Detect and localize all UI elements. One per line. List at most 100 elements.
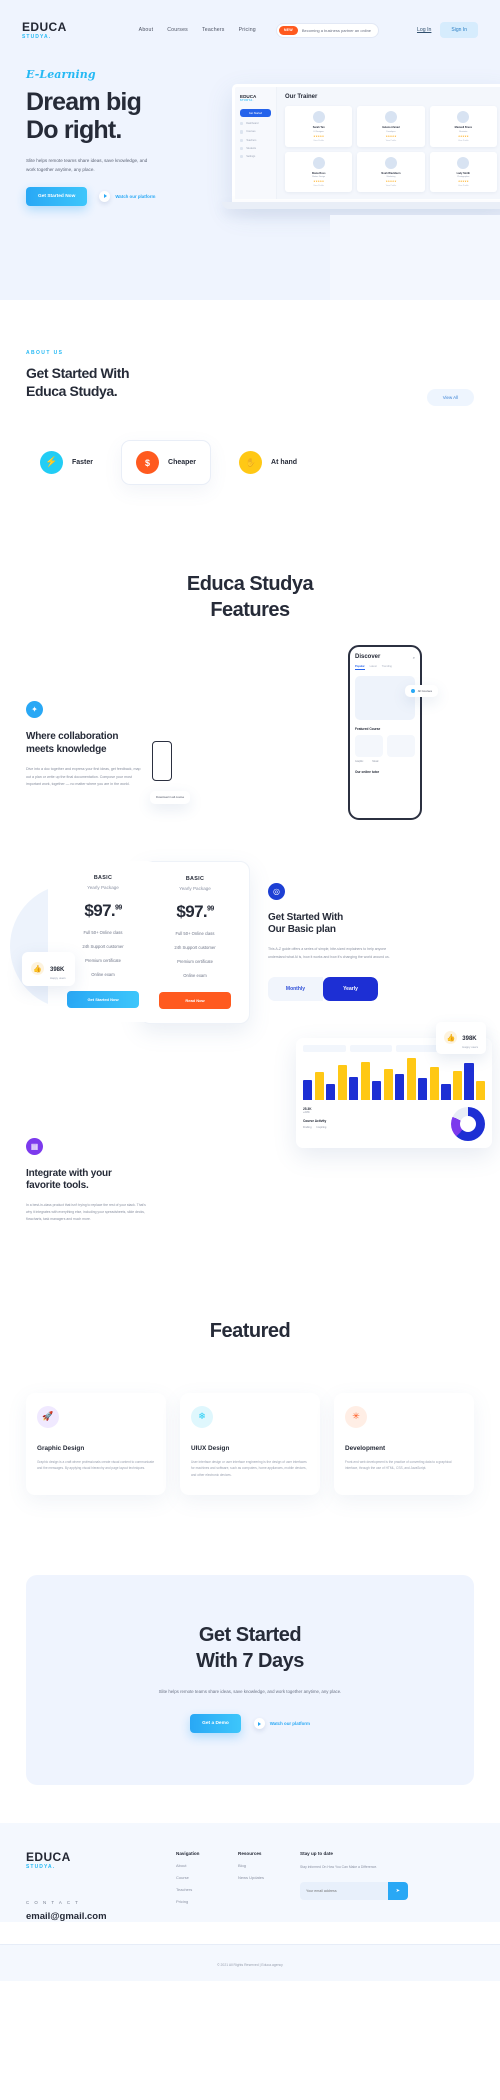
- toggle-yearly[interactable]: Yearly: [323, 976, 378, 1001]
- stat-delta: +23%: [303, 1110, 310, 1114]
- app-menu-item[interactable]: Courses: [240, 130, 271, 134]
- watch-platform-link[interactable]: Watch our platform: [253, 1718, 310, 1730]
- footer-link-course[interactable]: Course: [176, 1875, 238, 1880]
- plan-name: BASIC: [185, 875, 205, 882]
- chart-bar: [418, 1078, 428, 1100]
- app-menu-item[interactable]: Students: [240, 146, 271, 150]
- rating-stars: ★★★★★: [313, 180, 325, 183]
- collab-paragraph: Dive into a doc together and express you…: [26, 766, 141, 787]
- footer-email[interactable]: email@gmail.com: [26, 1911, 176, 1922]
- get-demo-button[interactable]: Get a Demo: [190, 1714, 241, 1734]
- view-all-button[interactable]: View All: [426, 389, 474, 407]
- rating-stars: ★★★★★: [385, 134, 397, 138]
- app-menu-label: Settings: [246, 155, 256, 159]
- footer-link-teachers[interactable]: Teachers: [176, 1887, 238, 1892]
- tab-trending[interactable]: Trending: [382, 665, 392, 670]
- phone-section-tutor: Our online tutor: [355, 770, 380, 775]
- hero-decorative-block: [330, 215, 500, 300]
- trainer-card[interactable]: Diana Ross Motion Design ★★★★★ View Profile: [285, 151, 353, 192]
- footer-link-news-updates[interactable]: News Updates: [238, 1875, 300, 1880]
- trainer-name: Helena Ahmad: [382, 126, 400, 129]
- nav-link-about[interactable]: About: [139, 27, 154, 33]
- chart-bar: [326, 1083, 336, 1100]
- rating-stars: ★★★★★: [457, 134, 469, 138]
- integrate-paragraph: In a best-in-class product that isn't tr…: [26, 1203, 146, 1222]
- legend-inspiring: Inspiring: [316, 1125, 327, 1129]
- footer-link-about[interactable]: About: [176, 1863, 238, 1868]
- app-menu-item[interactable]: Teachers: [240, 138, 271, 142]
- trainer-link[interactable]: View Profile: [360, 140, 421, 142]
- target-icon: ◎: [268, 882, 285, 900]
- plan-cta-button[interactable]: Get Started Now: [67, 990, 139, 1008]
- plan-price: $97.99: [58, 901, 148, 921]
- hero-section: EDUCA STUDYA. About Courses Teachers Pri…: [0, 0, 500, 300]
- pill-at-hand[interactable]: ✋ At hand: [225, 441, 311, 484]
- trainer-card[interactable]: Noah Blackburn Marketing ★★★★★ View Profile: [357, 151, 425, 192]
- card-uiux-design[interactable]: ❄ UIUX Design User interface design or u…: [180, 1392, 320, 1496]
- login-link[interactable]: Log In: [417, 27, 431, 33]
- signin-button[interactable]: Sign In: [440, 22, 478, 38]
- send-icon[interactable]: ➤: [387, 1882, 408, 1901]
- trainer-link[interactable]: View Profile: [360, 185, 421, 187]
- trainer-card[interactable]: Maxwell Bruce Illustrator ★★★★★ View Profil…: [429, 106, 497, 147]
- footer-logo-subtitle: STUDYA.: [26, 1864, 56, 1871]
- stat-block: 25.3K +23% Course Activity Finding Inspi…: [303, 1107, 445, 1141]
- pill-cheaper[interactable]: $ Cheaper: [121, 440, 212, 486]
- newsletter-email-input[interactable]: [300, 1882, 388, 1901]
- pill-faster[interactable]: ⚡ Faster: [26, 441, 107, 484]
- pricing-title-line1: Get Started With: [268, 911, 344, 923]
- hero-paragraph: Slite helps remote teams share ideas, sa…: [26, 157, 148, 172]
- toolbar-field[interactable]: [396, 1044, 439, 1052]
- app-menu-item[interactable]: Settings: [240, 154, 271, 159]
- card-graphic-design[interactable]: 🚀 Graphic Design Graphic design is a cra…: [26, 1392, 166, 1496]
- phone-chip-labels: Graphic Music: [355, 760, 415, 763]
- badge-text: Becoming a business partner an online: [301, 27, 372, 33]
- all-courses-chip[interactable]: All Courses: [404, 685, 438, 698]
- app-get-started-button[interactable]: Get Started: [240, 109, 271, 118]
- trainer-name: Diana Ross: [311, 171, 326, 175]
- trainer-link[interactable]: View Profile: [433, 185, 494, 187]
- toggle-monthly[interactable]: Monthly: [268, 976, 323, 1001]
- avatar: [457, 111, 470, 123]
- app-menu-item[interactable]: Dashboard: [240, 122, 271, 126]
- trainer-role: Motion Design: [312, 176, 326, 178]
- partner-badge[interactable]: NEW Becoming a business partner an onlin…: [275, 22, 380, 38]
- nav-link-pricing[interactable]: Pricing: [239, 27, 256, 33]
- plan-cta-button[interactable]: Read Now: [159, 991, 231, 1009]
- app-menu-label: Students: [246, 146, 257, 150]
- chart-bar: [452, 1070, 463, 1100]
- trainer-card[interactable]: Sarah Tan UI Designer ★★★★★ View Profile: [285, 106, 353, 147]
- laptop-base: [222, 202, 500, 209]
- rocket-icon: 🚀: [37, 1405, 59, 1428]
- watch-platform-link[interactable]: Watch our platform: [99, 190, 155, 202]
- phone-chip[interactable]: [355, 735, 383, 758]
- trainer-card[interactable]: Lady Smith Photographer ★★★★★ View Profile: [429, 151, 497, 192]
- logo[interactable]: EDUCA STUDYA.: [22, 21, 67, 40]
- trainer-link[interactable]: View Profile: [288, 140, 349, 142]
- trainer-link[interactable]: View Profile: [433, 140, 494, 142]
- phone-chip-row: [355, 735, 415, 758]
- rating-stars: ★★★★★: [385, 180, 397, 183]
- avatar: [312, 111, 325, 123]
- tab-popular[interactable]: Popular: [355, 665, 365, 671]
- footer-link-pricing[interactable]: Pricing: [176, 1899, 238, 1904]
- footer-link-blog[interactable]: Blog: [238, 1863, 300, 1868]
- tab-latest[interactable]: Latest: [370, 665, 377, 670]
- dot-icon: [410, 689, 415, 694]
- toolbar-field[interactable]: [349, 1044, 392, 1052]
- trainer-card[interactable]: Helena Ahmad Developer ★★★★★ View Profile: [357, 106, 425, 147]
- trainer-link[interactable]: View Profile: [288, 185, 349, 187]
- billing-toggle: Monthly Yearly: [268, 976, 378, 1001]
- nav-link-courses[interactable]: Courses: [167, 27, 188, 33]
- trainer-name: Maxwell Bruce: [454, 126, 473, 129]
- app-main-panel: Our Trainer Sarah Tan UI Designer ★★★★★ Vie…: [277, 87, 500, 199]
- get-started-button[interactable]: Get Started Now: [26, 186, 88, 206]
- chip-label-music: Music: [372, 760, 379, 764]
- card-development[interactable]: ✳ Development Front-end web development …: [334, 1392, 474, 1496]
- integrate-title-line1: Integrate with your: [26, 1167, 112, 1179]
- nav-link-teachers[interactable]: Teachers: [202, 27, 225, 33]
- search-icon[interactable]: ⌕: [413, 655, 415, 660]
- hand-icon: ✋: [239, 451, 263, 475]
- phone-chip[interactable]: [387, 735, 415, 758]
- toolbar-field[interactable]: [303, 1044, 346, 1052]
